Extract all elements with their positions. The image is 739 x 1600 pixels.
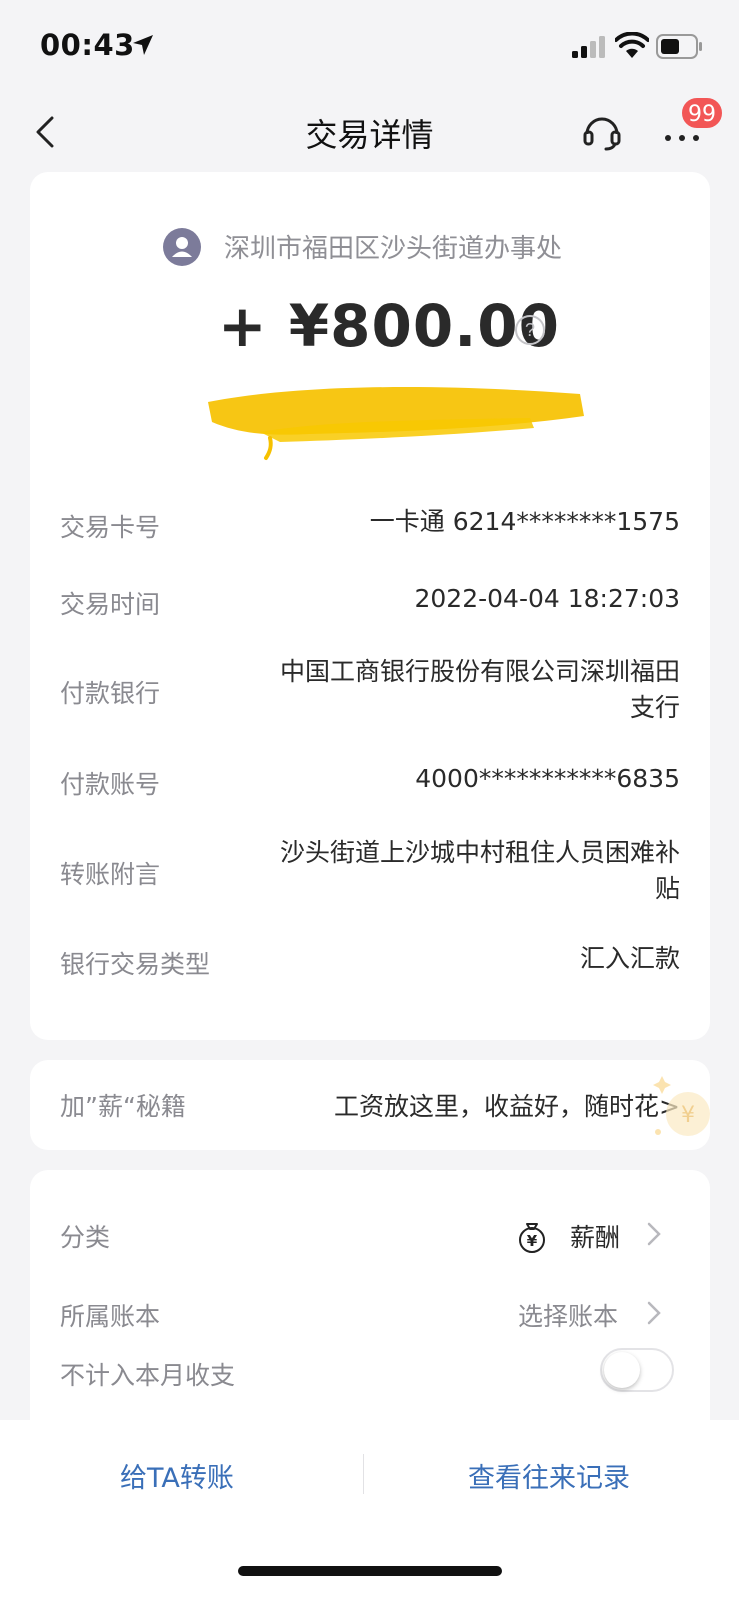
redaction-scribble [208,387,584,460]
transfer-note-value: 沙头街道上沙城中村租住人员困难补贴 [279,838,680,903]
avatar [163,228,201,266]
ledger-chevron-icon[interactable] [644,1297,664,1329]
amount-row: + ¥800.00 ? [30,292,710,372]
bottom-action-bar: 给TA转账 查看往来记录 [0,1420,739,1600]
transfer-note-label: 转账附言 [60,860,161,889]
nav-bar: 交易详情 99 [0,90,739,170]
transaction-time-label: 交易时间 [60,590,161,619]
view-history-button[interactable]: 查看往来记录 [468,1456,630,1495]
status-time: 00:43 [40,28,135,62]
status-bar: 00:43 [0,0,739,90]
card-number-value: 一卡通 6214********1575 [369,507,680,536]
payer-row: 深圳市福田区沙头街道办事处 [30,224,710,268]
bottom-divider [363,1454,364,1494]
transfer-to-them-button[interactable]: 给TA转账 [120,1456,234,1495]
category-label: 分类 [60,1223,111,1252]
card-number-label: 交易卡号 [60,513,161,542]
promo-link[interactable]: 工资放这里，收益好，随时花> [334,1087,680,1123]
svg-text:¥: ¥ [527,1232,538,1250]
payer-name: 深圳市福田区沙头街道办事处 [224,234,563,264]
notification-badge: 99 [680,96,724,130]
promo-banner[interactable]: 加”薪“秘籍 工资放这里，收益好，随时花> ¥ [30,1060,710,1150]
svg-text:¥: ¥ [681,1103,695,1128]
payer-account-value: 4000***********6835 [415,764,680,793]
exclude-from-month-toggle[interactable] [600,1348,674,1392]
location-arrow-icon [133,35,153,55]
payer-bank-label: 付款银行 [60,679,161,708]
bank-transaction-type-value: 汇入汇款 [579,944,680,973]
exclude-from-month-label: 不计入本月收支 [60,1361,236,1390]
toggle-knob [604,1352,640,1388]
promo-label: 加”薪“秘籍 [60,1092,186,1121]
ledger-label: 所属账本 [60,1302,161,1331]
payer-account-label: 付款账号 [60,770,161,799]
battery-icon [656,34,702,59]
transaction-amount: + ¥800.00 [218,292,560,360]
category-chevron-icon[interactable] [644,1218,664,1250]
customer-service-headset-icon[interactable] [580,110,624,152]
home-indicator[interactable] [238,1566,502,1576]
select-ledger-value[interactable]: 选择账本 [518,1297,618,1333]
transaction-detail-card: 深圳市福田区沙头街道办事处 + ¥800.00 ? 交易卡号 一卡通 6214*… [30,172,710,1040]
money-bag-icon: ¥ [519,1223,545,1253]
payer-bank-value: 中国工商银行股份有限公司深圳福田支行 [279,657,680,722]
bank-transaction-type-label: 银行交易类型 [60,950,211,979]
page-title: 交易详情 [305,116,434,154]
category-value[interactable]: 薪酬 [570,1218,620,1254]
settings-card: 分类 ¥ 薪酬 所属账本 选择账本 不计入本月收支 [30,1170,710,1440]
cellular-signal-icon [572,36,605,58]
svg-text:?: ? [525,320,535,340]
wifi-icon [615,32,649,58]
coin-sparkle-icon: ¥ [653,1076,710,1136]
user-avatar-icon [172,237,192,257]
transaction-time-value: 2022-04-04 18:27:03 [414,584,680,613]
help-question-icon[interactable]: ? [514,314,546,346]
